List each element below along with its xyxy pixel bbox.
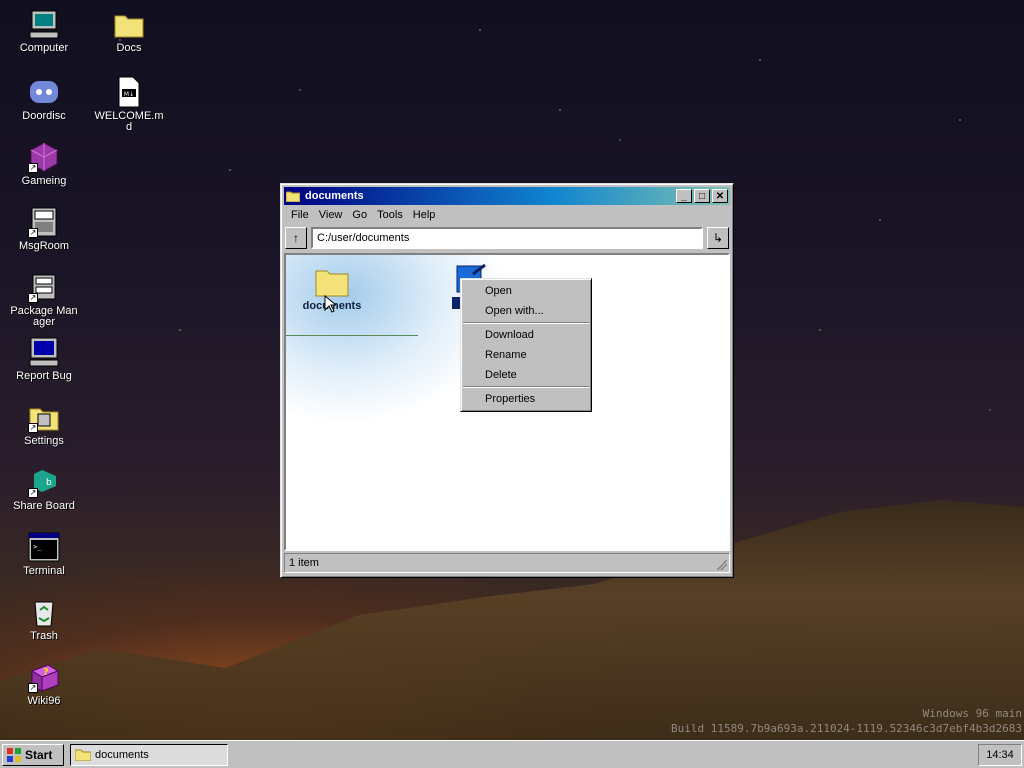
desktop-icon-label: Docs [116,42,142,54]
desktop-icon-label: Trash [30,630,58,642]
taskbar: Start documents 14:34 [0,740,1024,768]
desktop-icon-docs[interactable]: Docs [94,8,164,54]
start-label: Start [25,747,53,762]
status-bar: 1 item [284,553,730,573]
markdown-file-icon: M↓ [113,76,145,108]
bug-report-icon [28,336,60,368]
menu-tools[interactable]: Tools [372,207,408,223]
desktop-icon-label: Wiki96 [27,695,61,707]
recycle-bin-icon [28,596,60,628]
folder-icon [113,8,145,40]
folder-icon [286,191,300,202]
context-menu-open-with[interactable]: Open with... [463,301,589,321]
start-logo-icon [7,747,21,762]
svg-text:?: ? [43,667,49,678]
menu-view[interactable]: View [314,207,348,223]
computer-icon [28,8,60,40]
desktop-icon-wiki96[interactable]: ? ↗ Wiki96 [9,661,79,707]
message-room-icon: ↗ [28,206,60,238]
context-menu-separator [463,322,589,324]
help-book-icon: ? ↗ [28,661,60,693]
status-text: 1 item [289,557,319,569]
desktop-icon-label: Share Board [13,500,75,512]
svg-text:>_: >_ [33,543,42,551]
desktop-icon-trash[interactable]: Trash [9,596,79,642]
shortcut-arrow-icon: ↗ [28,488,38,498]
close-icon: ✕ [715,190,725,202]
desktop-icon-label: Settings [24,435,64,447]
terminal-icon: >_ [28,531,60,563]
desktop-icon-label: MsgRoom [18,240,70,252]
desktop-icon-report-bug[interactable]: Report Bug [9,336,79,382]
desktop-icon-label: Doordisc [22,110,66,122]
desktop-icon-settings[interactable]: ↗ Settings [9,401,79,447]
maximize-button[interactable]: □ [694,189,710,203]
desktop-icon-package-manager[interactable]: ↗ Package Manager [9,271,79,328]
shortcut-arrow-icon: ↗ [28,683,38,693]
context-menu-delete[interactable]: Delete [463,365,589,385]
desktop-icon-msgroom[interactable]: ↗ MsgRoom [9,206,79,252]
address-input[interactable]: C:/user/documents [311,227,703,249]
taskbar-item-label: documents [95,748,149,761]
context-menu: Open Open with... Download Rename Delete… [460,278,592,412]
desktop-icon-terminal[interactable]: >_ Terminal [9,531,79,577]
desktop-icon-computer[interactable]: Computer [9,8,79,54]
address-bar: ↑ C:/user/documents ↳ [284,225,730,251]
folder-icon [315,270,349,297]
taskbar-item-documents[interactable]: documents [70,743,228,766]
settings-folder-icon: ↗ [28,401,60,433]
desktop-icon-label: Computer [19,42,69,54]
desktop-icon-share-board[interactable]: b ↗ Share Board [9,466,79,512]
clock-text: 14:34 [986,748,1014,761]
share-board-icon: b ↗ [28,466,60,498]
context-menu-properties[interactable]: Properties [463,389,589,409]
chat-icon [28,76,60,108]
desktop-icon-label: Package Manager [10,305,78,328]
close-button[interactable]: ✕ [712,189,728,203]
folder-icon [75,749,91,761]
divider [286,335,418,336]
context-menu-rename[interactable]: Rename [463,345,589,365]
window-title: documents [305,190,364,202]
go-button[interactable]: ↳ [707,227,729,249]
menu-help[interactable]: Help [408,207,441,223]
shortcut-arrow-icon: ↗ [28,293,38,303]
menu-file[interactable]: File [286,207,314,223]
watermark-line: Windows 96 main [922,707,1022,720]
desktop-icon-label: WELCOME.md [94,110,164,133]
menu-go[interactable]: Go [347,207,372,223]
minimize-button[interactable]: _ [676,189,692,203]
up-folder-button[interactable]: ↑ [285,227,307,249]
resize-grip-icon[interactable] [717,560,727,570]
build-watermark: Windows 96 main Build 11589.7b9a693a.211… [671,706,1022,736]
window-titlebar[interactable]: documents _ □ ✕ [284,187,730,205]
context-menu-open[interactable]: Open [463,281,589,301]
desktop-icon-gameing[interactable]: ↗ Gameing [9,141,79,187]
watermark-line: Build 11589.7b9a693a.211024-1119.52346c3… [671,722,1022,735]
system-tray-clock: 14:34 [978,743,1022,766]
minimize-icon: _ [681,190,687,202]
package-icon: ↗ [28,271,60,303]
up-arrow-icon: ↑ [293,231,299,245]
desktop-icon-doordisc[interactable]: Doordisc [9,76,79,122]
go-arrow-icon: ↳ [712,231,724,245]
game-cube-icon: ↗ [28,141,60,173]
mouse-cursor-icon [324,295,336,313]
maximize-icon: □ [698,190,706,202]
desktop-icon-label: Report Bug [16,370,72,382]
shortcut-arrow-icon: ↗ [28,228,38,238]
shortcut-arrow-icon: ↗ [28,423,38,433]
svg-text:b: b [46,478,52,488]
desktop-icon-welcome-md[interactable]: M↓ WELCOME.md [94,76,164,133]
desktop-icon-label: Terminal [23,565,65,577]
start-button[interactable]: Start [2,743,64,766]
context-menu-download[interactable]: Download [463,325,589,345]
context-menu-separator [463,386,589,388]
desktop-icon-label: Gameing [21,175,67,187]
shortcut-arrow-icon: ↗ [28,163,38,173]
svg-text:M↓: M↓ [124,91,134,98]
menu-bar: File View Go Tools Help [284,205,730,225]
